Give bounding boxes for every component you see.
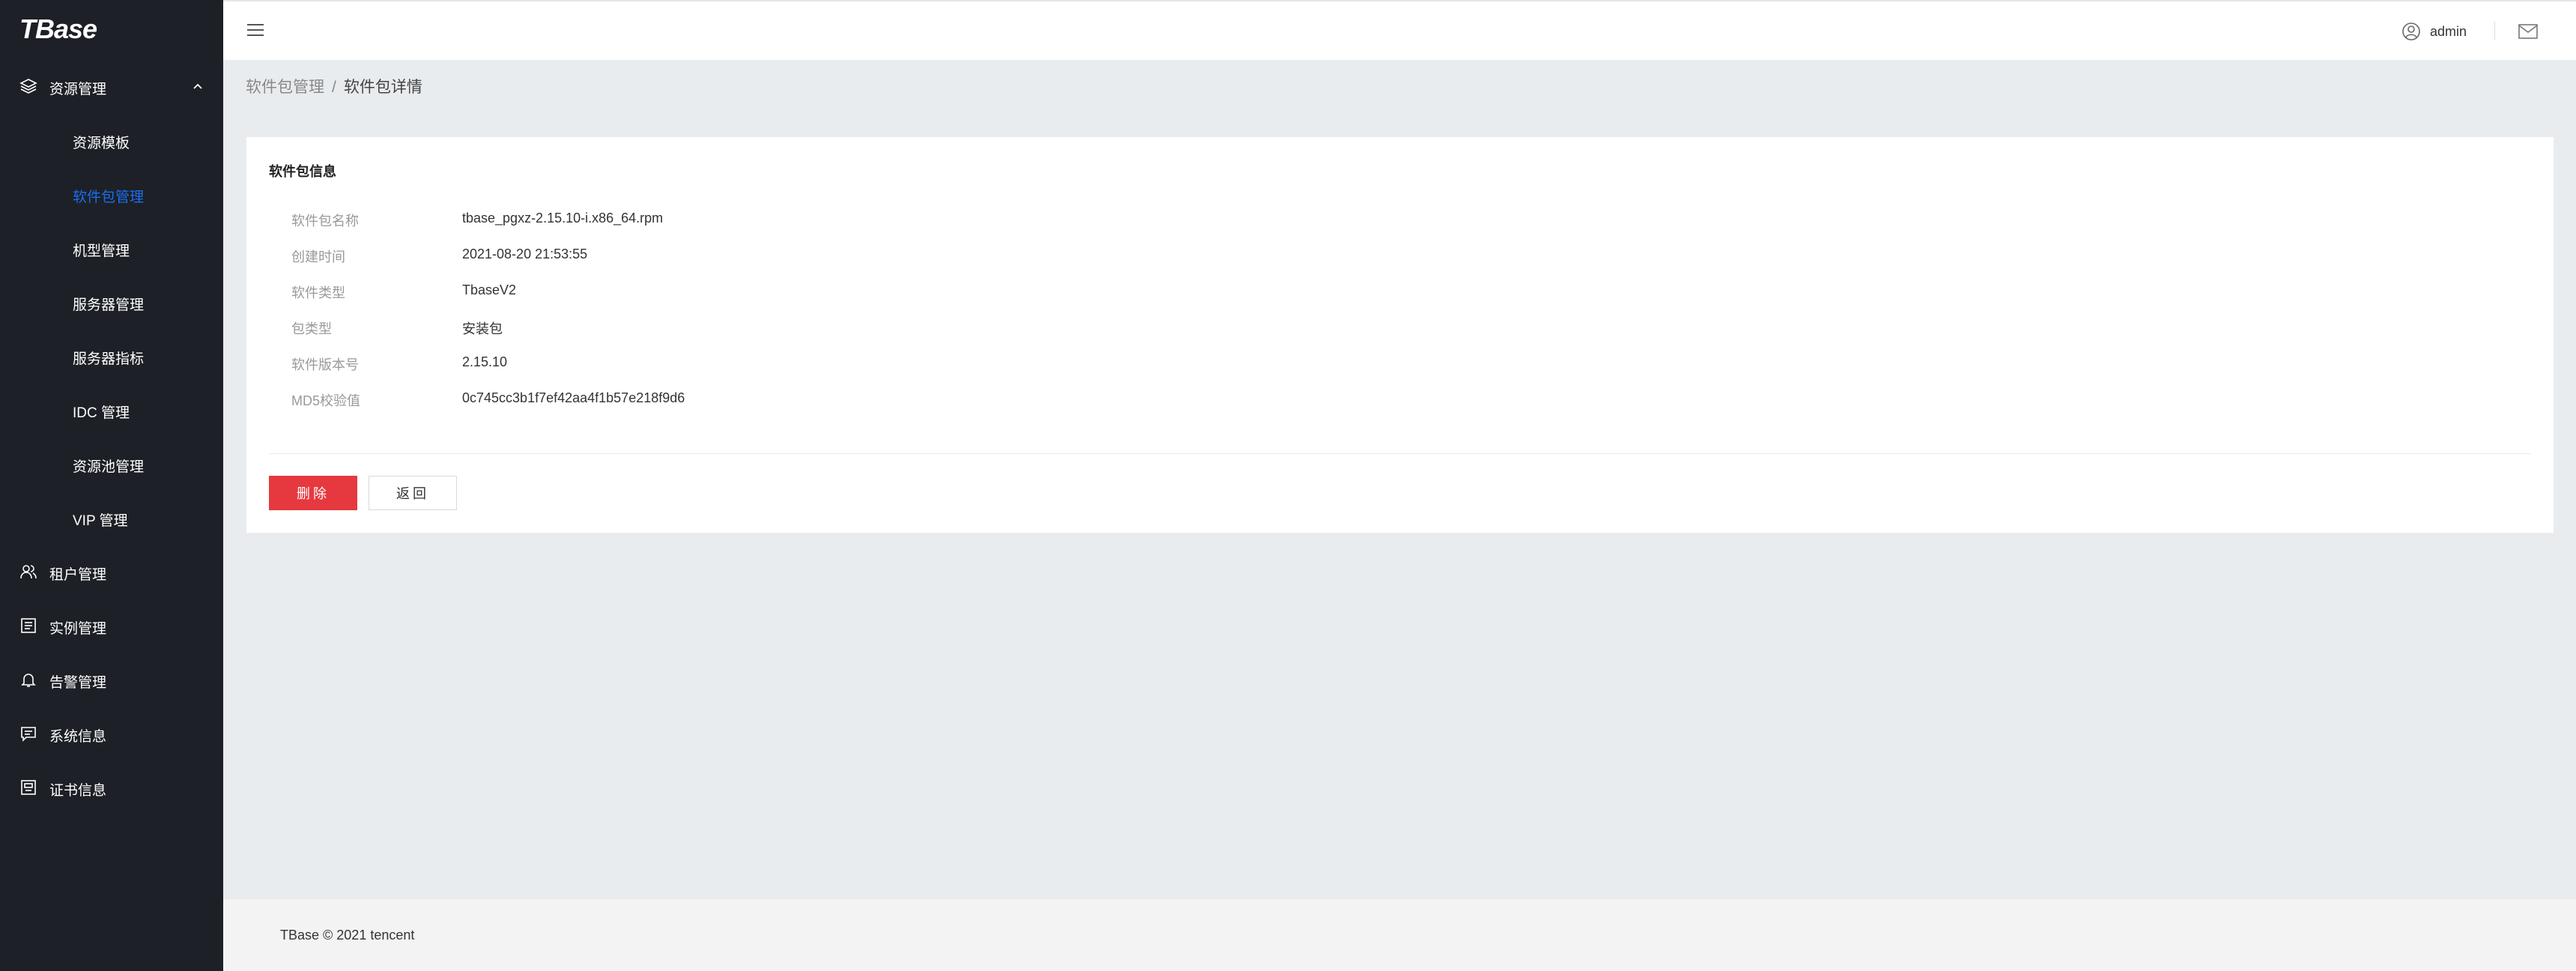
info-key: 软件类型 bbox=[291, 285, 345, 300]
info-value: TbaseV2 bbox=[462, 282, 517, 297]
message-icon bbox=[21, 727, 36, 742]
info-key: 软件包名称 bbox=[291, 214, 359, 229]
sidebar-group-label: 资源管理 bbox=[49, 82, 107, 97]
info-value: 安装包 bbox=[462, 321, 503, 336]
user-icon bbox=[2402, 22, 2420, 40]
sidebar-item-server-metrics[interactable]: 服务器指标 bbox=[0, 337, 223, 375]
info-value: 2021-08-20 21:53:55 bbox=[462, 246, 588, 261]
panel-divider bbox=[269, 453, 2531, 454]
package-info-panel: 软件包信息 软件包名称 tbase_pgxz-2.15.10-i.x86_64.… bbox=[246, 137, 2554, 533]
sidebar-item-package-management[interactable]: 软件包管理 bbox=[0, 175, 223, 213]
sidebar-item-label: 机型管理 bbox=[73, 243, 130, 259]
bell-icon bbox=[21, 674, 36, 687]
delete-button[interactable]: 删除 bbox=[269, 476, 357, 510]
sidebar: TBase 资源管理 资源模板 软件包管理 机型管理 服务器管理 服务器指标 I… bbox=[0, 0, 223, 971]
sidebar-item-idc-management[interactable]: IDC 管理 bbox=[0, 391, 223, 429]
sidebar-item-label: 软件包管理 bbox=[73, 190, 145, 205]
breadcrumb-separator: / bbox=[332, 79, 336, 96]
info-value: tbase_pgxz-2.15.10-i.x86_64.rpm bbox=[462, 211, 664, 226]
app-logo: TBase bbox=[19, 13, 97, 44]
sidebar-group-label: 证书信息 bbox=[49, 783, 107, 799]
info-key: 包类型 bbox=[291, 321, 332, 336]
info-key: 软件版本号 bbox=[291, 357, 359, 372]
sidebar-group-label: 系统信息 bbox=[49, 729, 107, 745]
sidebar-item-label: VIP 管理 bbox=[73, 513, 128, 529]
breadcrumb-current: 软件包详情 bbox=[343, 79, 422, 96]
sidebar-group-instance-management[interactable]: 实例管理 bbox=[0, 608, 223, 644]
sidebar-group-certificate-info[interactable]: 证书信息 bbox=[0, 769, 223, 805]
sidebar-item-label: IDC 管理 bbox=[73, 405, 130, 421]
sidebar-item-label: 服务器管理 bbox=[73, 297, 145, 313]
menu-icon[interactable] bbox=[246, 21, 265, 39]
sidebar-group-system-info[interactable]: 系统信息 bbox=[0, 716, 223, 751]
breadcrumb-parent[interactable]: 软件包管理 bbox=[246, 79, 324, 96]
layers-icon bbox=[19, 79, 37, 94]
sidebar-group-resource-management[interactable]: 资源管理 bbox=[0, 68, 223, 104]
info-key: 创建时间 bbox=[291, 249, 345, 264]
breadcrumb: 软件包管理 / 软件包详情 bbox=[246, 75, 422, 97]
users-icon bbox=[20, 565, 37, 579]
sidebar-item-label: 服务器指标 bbox=[73, 351, 145, 367]
list-icon bbox=[21, 618, 36, 633]
footer: TBase © 2021 tencent bbox=[223, 899, 2576, 971]
sidebar-item-server-management[interactable]: 服务器管理 bbox=[0, 283, 223, 321]
info-key: MD5校验值 bbox=[291, 393, 361, 408]
sidebar-item-label: 资源池管理 bbox=[73, 459, 145, 475]
sidebar-item-vip-management[interactable]: VIP 管理 bbox=[0, 499, 223, 536]
info-value: 2.15.10 bbox=[462, 354, 508, 369]
sidebar-item-resource-template[interactable]: 资源模板 bbox=[0, 121, 223, 159]
sidebar-item-resource-pool-management[interactable]: 资源池管理 bbox=[0, 445, 223, 483]
sidebar-group-label: 告警管理 bbox=[49, 675, 107, 691]
footer-text: TBase © 2021 tencent bbox=[280, 928, 415, 943]
header-divider bbox=[2494, 21, 2495, 40]
top-header: admin bbox=[223, 0, 2576, 60]
sidebar-group-label: 租户管理 bbox=[49, 567, 107, 583]
sidebar-group-tenant-management[interactable]: 租户管理 bbox=[0, 554, 223, 590]
back-button[interactable]: 返回 bbox=[369, 476, 457, 510]
sidebar-group-label: 实例管理 bbox=[49, 621, 107, 637]
user-menu[interactable]: admin bbox=[2401, 19, 2467, 43]
chevron-up-icon bbox=[193, 83, 202, 89]
certificate-icon bbox=[21, 780, 36, 795]
panel-title: 软件包信息 bbox=[269, 164, 336, 179]
info-value: 0c745cc3b1f7ef42aa4f1b57e218f9d6 bbox=[462, 390, 685, 405]
sidebar-group-alarm-management[interactable]: 告警管理 bbox=[0, 662, 223, 698]
sidebar-item-model-management[interactable]: 机型管理 bbox=[0, 229, 223, 267]
user-name: admin bbox=[2430, 23, 2467, 39]
sidebar-item-label: 资源模板 bbox=[73, 136, 130, 151]
mail-icon[interactable] bbox=[2518, 22, 2539, 40]
